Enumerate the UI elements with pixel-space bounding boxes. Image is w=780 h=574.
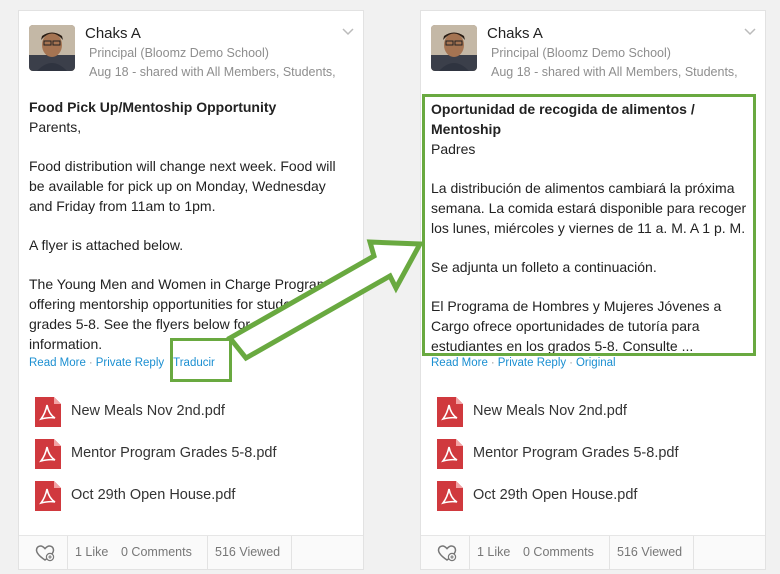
heart-icon[interactable] <box>35 545 55 562</box>
avatar[interactable] <box>29 25 75 71</box>
chevron-down-icon[interactable] <box>743 27 757 37</box>
attachment-filename[interactable]: Oct 29th Open House.pdf <box>473 487 637 503</box>
post-meta: Aug 18 - shared with All Members, Studen… <box>491 65 738 79</box>
chevron-down-icon[interactable] <box>341 27 355 37</box>
attachment-filename[interactable]: Oct 29th Open House.pdf <box>71 487 235 503</box>
post-meta: Aug 18 - shared with All Members, Studen… <box>89 65 336 79</box>
translate-highlight-box <box>170 338 232 382</box>
author-role: Principal (Bloomz Demo School) <box>89 46 269 60</box>
author-name[interactable]: Chaks A <box>85 25 141 42</box>
original-link[interactable]: Original <box>576 357 616 369</box>
viewed-count[interactable]: 516 Viewed <box>215 536 280 569</box>
translation-highlight-box <box>422 94 756 356</box>
pdf-icon <box>437 397 463 427</box>
likes-count[interactable]: 1 Like <box>75 536 108 569</box>
pdf-icon <box>437 439 463 469</box>
heart-icon[interactable] <box>437 545 457 562</box>
attachment-filename[interactable]: New Meals Nov 2nd.pdf <box>71 403 225 419</box>
attachment-filename[interactable]: Mentor Program Grades 5-8.pdf <box>473 445 679 461</box>
private-reply-link[interactable]: Private Reply <box>96 357 164 369</box>
pdf-icon <box>35 439 61 469</box>
post-text-line: and Friday from 11am to 1pm. <box>29 198 216 214</box>
author-name[interactable]: Chaks A <box>487 25 543 42</box>
post-actions: Read More · Private Reply · Original <box>431 357 616 369</box>
post-text-line: Food distribution will change next week.… <box>29 158 336 174</box>
arrow-icon <box>226 239 424 362</box>
attachment-filename[interactable]: New Meals Nov 2nd.pdf <box>473 403 627 419</box>
comments-count[interactable]: 0 Comments <box>523 536 594 569</box>
comments-count[interactable]: 0 Comments <box>121 536 192 569</box>
read-more-link[interactable]: Read More <box>431 357 488 369</box>
post-text-line: be available for pick up on Monday, Wedn… <box>29 178 326 194</box>
pdf-icon <box>437 481 463 511</box>
screenshot-stage: Chaks A Principal (Bloomz Demo School) A… <box>0 0 780 574</box>
pdf-icon <box>35 481 61 511</box>
likes-count[interactable]: 1 Like <box>477 536 510 569</box>
post-title-line: Food Pick Up/Mentoship Opportunity <box>29 99 277 115</box>
viewed-count[interactable]: 516 Viewed <box>617 536 682 569</box>
post-footer: 1 Like 0 Comments 516 Viewed <box>421 535 765 569</box>
post-footer: 1 Like 0 Comments 516 Viewed <box>19 535 363 569</box>
author-role: Principal (Bloomz Demo School) <box>491 46 671 60</box>
avatar[interactable] <box>431 25 477 71</box>
private-reply-link[interactable]: Private Reply <box>498 357 566 369</box>
read-more-link[interactable]: Read More <box>29 357 86 369</box>
pdf-icon <box>35 397 61 427</box>
attachment-filename[interactable]: Mentor Program Grades 5-8.pdf <box>71 445 277 461</box>
post-text-line: Parents, <box>29 119 82 135</box>
